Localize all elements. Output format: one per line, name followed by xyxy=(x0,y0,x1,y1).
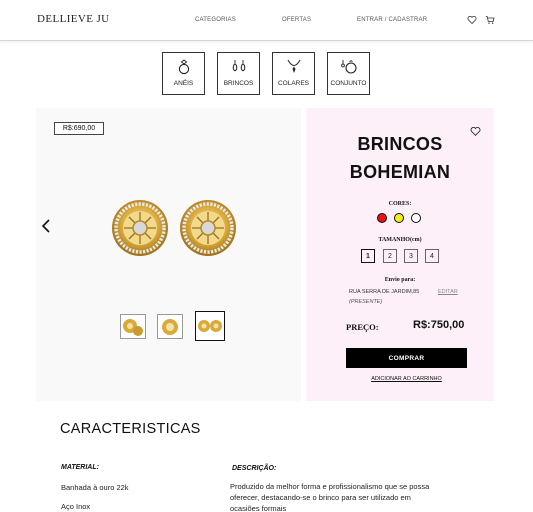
nav-login[interactable]: ENTRAR / CADASTRAR xyxy=(357,17,427,23)
earrings-icon xyxy=(232,60,245,72)
necklace-icon xyxy=(287,59,300,73)
category-label: COLARES xyxy=(277,80,310,87)
chevron-left-icon[interactable] xyxy=(40,218,52,234)
thumbnail-2[interactable] xyxy=(157,314,183,339)
color-swatch-red[interactable] xyxy=(377,213,387,223)
thumbnail-3[interactable] xyxy=(195,311,225,341)
heart-icon[interactable] xyxy=(467,15,477,25)
add-to-cart-link[interactable]: ADICIONAR AO CARRINHO xyxy=(346,376,467,382)
description-text: Produzido da melhor forma e profissional… xyxy=(230,482,430,512)
price-value: R$:750,00 xyxy=(413,319,465,331)
thumbnail-image xyxy=(162,318,178,335)
description-label: DESCRIÇÃO: xyxy=(232,465,277,472)
category-brincos[interactable]: BRINCOS xyxy=(217,52,260,95)
product-title-line1: BRINCOS xyxy=(357,134,443,154)
old-price-tag: R$:690,00 xyxy=(54,122,104,135)
edit-address-link[interactable]: EDITAR xyxy=(438,289,458,295)
nav-ofertas[interactable]: OFERTAS xyxy=(282,17,311,23)
category-aneis[interactable]: ANÉIS xyxy=(162,52,205,95)
favorite-heart-icon[interactable] xyxy=(470,126,481,137)
colors-label: CORES: xyxy=(388,201,412,207)
header-bar: DELLIEVE JU CATEGORIAS OFERTAS ENTRAR / … xyxy=(0,0,533,41)
nav-categorias[interactable]: CATEGORIAS xyxy=(195,17,236,23)
color-swatch-yellow[interactable] xyxy=(394,213,404,223)
thumbnail-image xyxy=(198,320,222,332)
brand-logo[interactable]: DELLIEVE JU xyxy=(37,13,110,25)
size-label: TAMANHO(cm) xyxy=(378,237,422,243)
cart-icon[interactable] xyxy=(485,15,495,25)
size-option-3[interactable]: 3 xyxy=(404,249,418,263)
color-swatch-white[interactable] xyxy=(411,213,421,223)
material-item: Banhada à ouro 22k xyxy=(61,483,129,492)
ring-icon xyxy=(178,59,189,75)
size-option-1[interactable]: 1 xyxy=(361,249,375,263)
category-label: CONJUNTO xyxy=(330,80,367,87)
product-title-line2: BOHEMIAN xyxy=(349,162,451,182)
category-label: ANÉIS xyxy=(173,80,194,87)
characteristics-title: CARACTERISTICAS xyxy=(60,421,201,437)
category-label: BRINCOS xyxy=(223,80,254,87)
size-option-2[interactable]: 2 xyxy=(383,249,397,263)
gift-note: (PRESENTE) xyxy=(349,299,383,305)
category-conjunto[interactable]: CONJUNTO xyxy=(327,52,370,95)
buy-button[interactable]: COMPRAR xyxy=(346,348,467,368)
thumbnail-image xyxy=(123,318,143,336)
size-option-4[interactable]: 4 xyxy=(425,249,439,263)
material-label: MATERIAL: xyxy=(61,464,99,471)
material-item: Aço Inox xyxy=(61,502,91,511)
price-label: PREÇO: xyxy=(346,322,379,332)
thumbnail-1[interactable] xyxy=(120,314,146,339)
product-image xyxy=(112,200,236,256)
shipping-label: Envio para: xyxy=(384,277,416,283)
set-icon xyxy=(340,59,357,74)
category-colares[interactable]: COLARES xyxy=(272,52,315,95)
shipping-address: RUA SERRA DE JARDIM,85 xyxy=(349,289,420,295)
